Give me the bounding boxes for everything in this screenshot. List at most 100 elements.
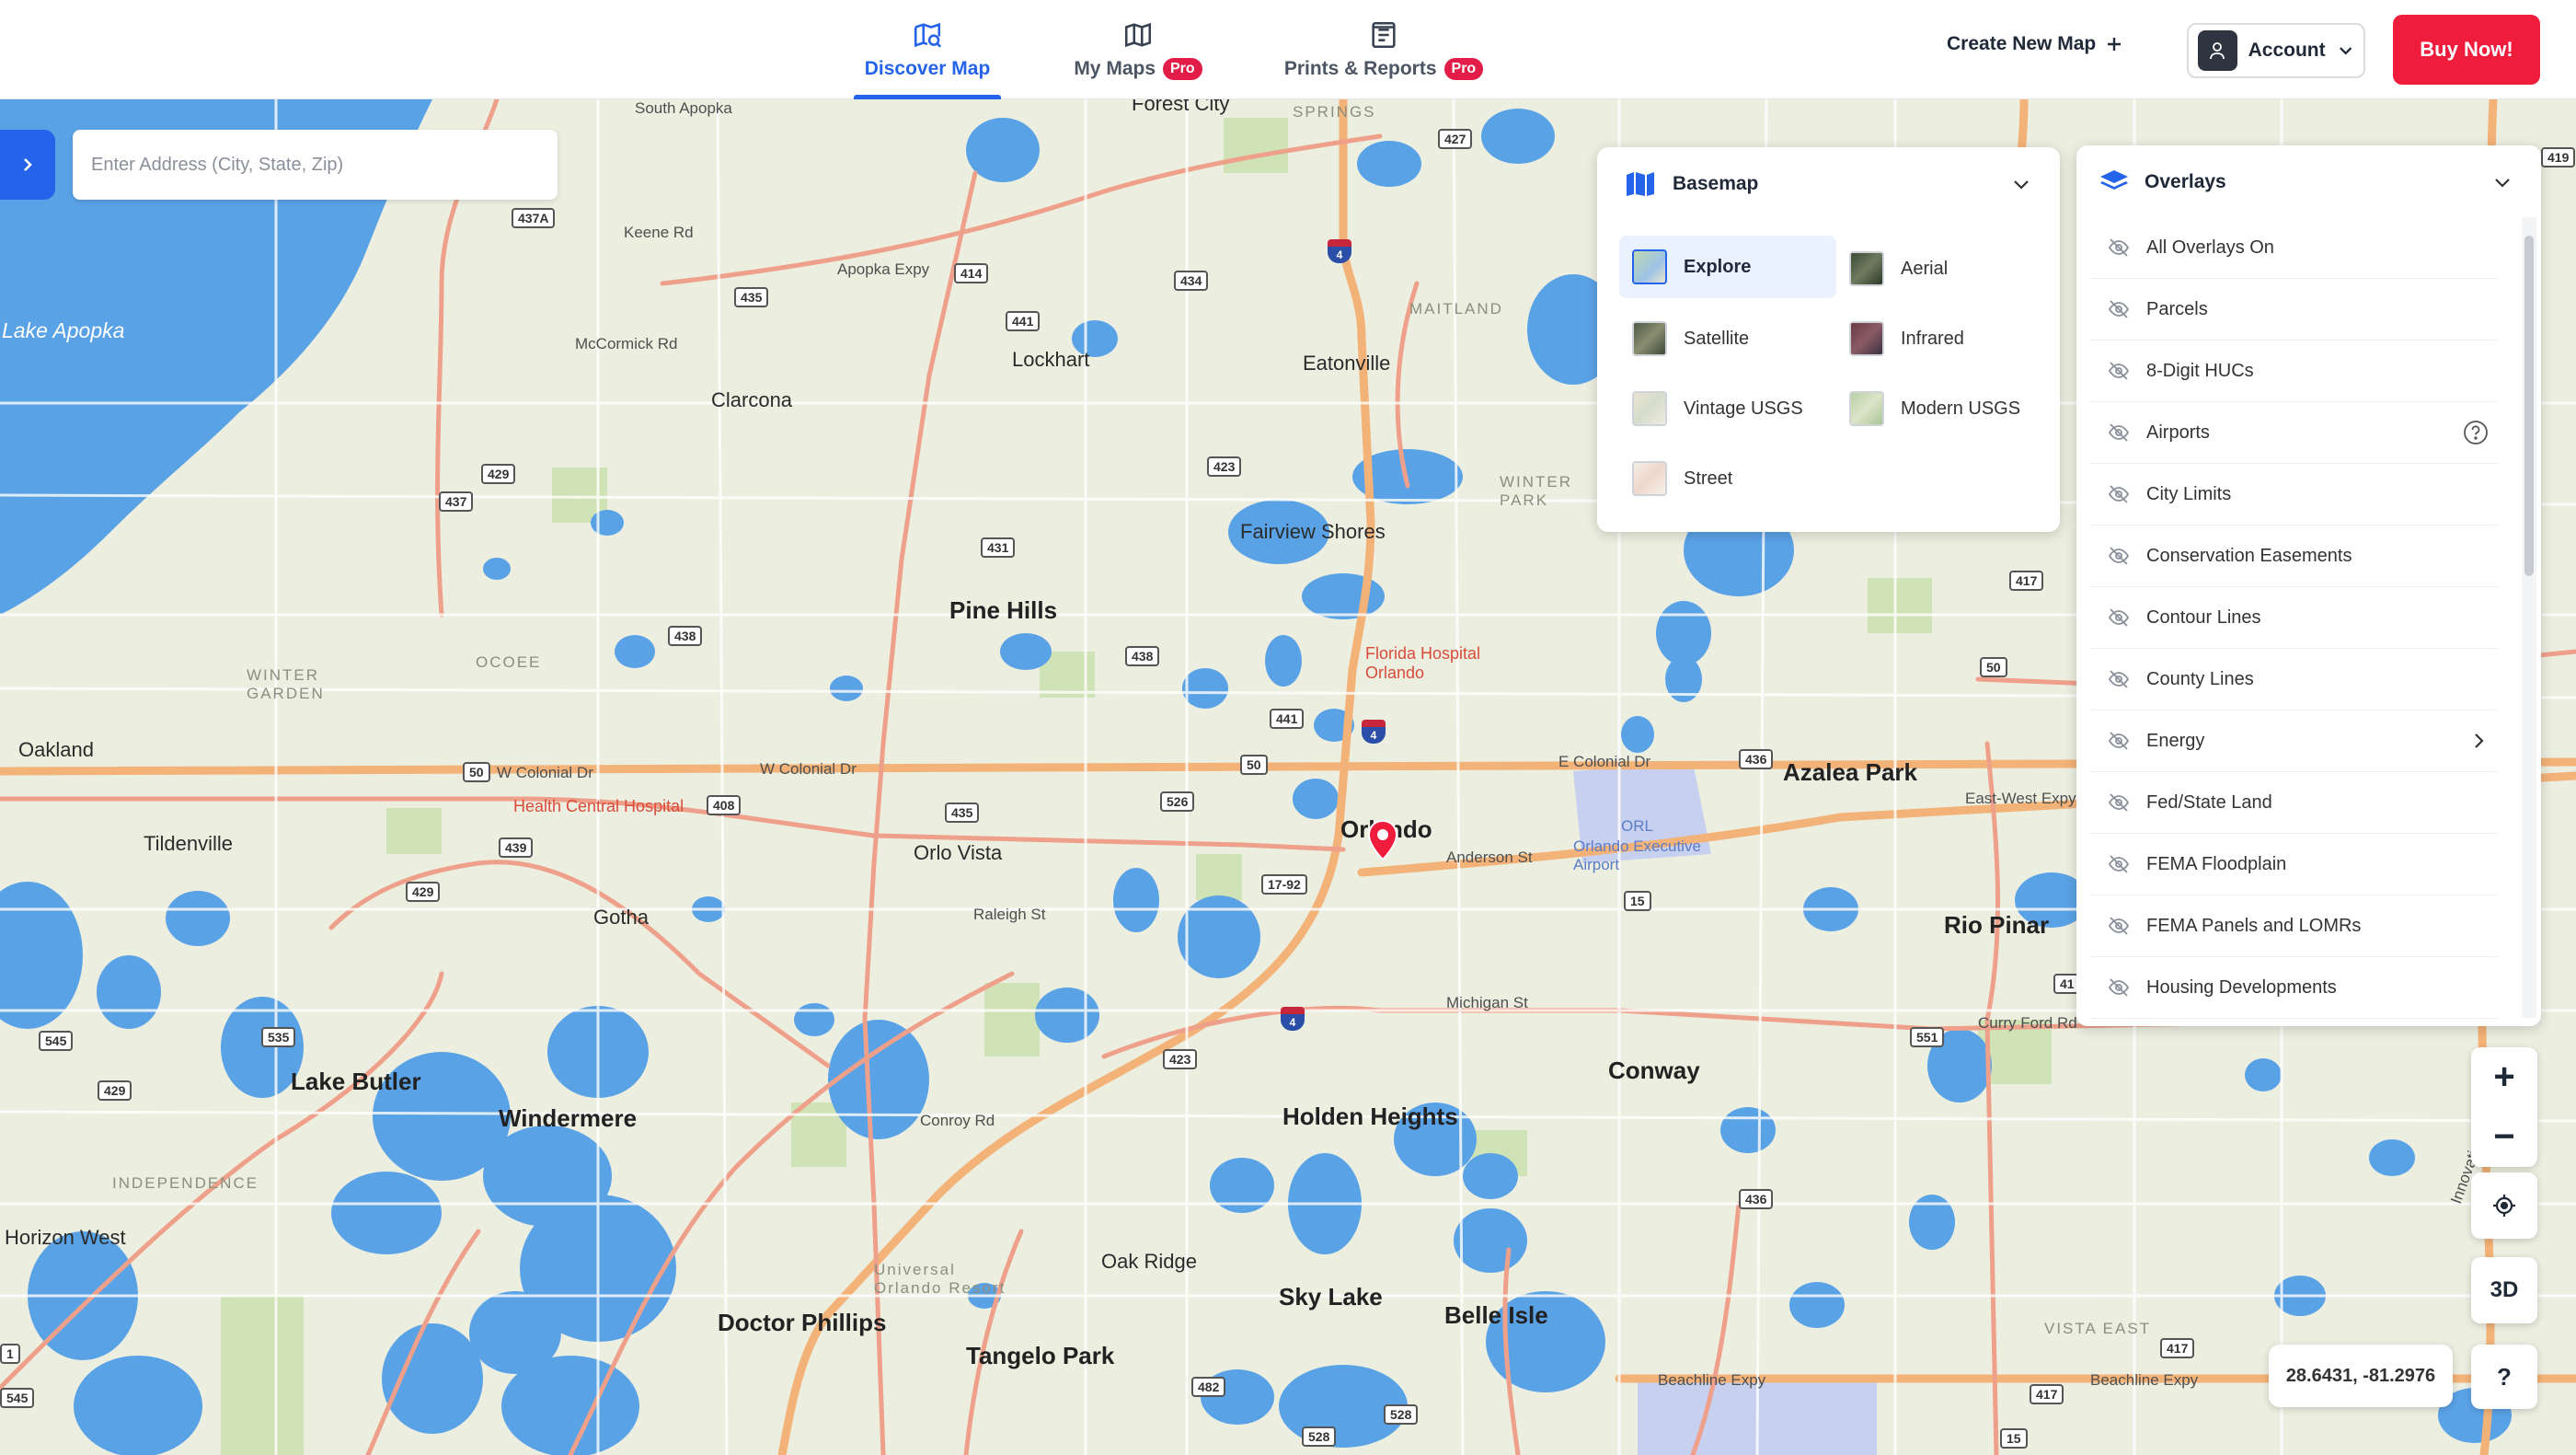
locate-me-button[interactable] [2471,1172,2537,1239]
overlay-item-fema-floodplain[interactable]: FEMA Floodplain [2089,834,2498,895]
basemap-panel: Basemap Explore Aerial Satellite Infrare… [1597,147,2060,532]
map-label: Lake Butler [291,1068,421,1095]
tab-discover-map[interactable]: Discover Map [854,0,1001,99]
eye-off-icon[interactable] [2108,730,2130,752]
overlay-item-8-digit-hucs[interactable]: 8-Digit HUCs [2089,341,2498,402]
eye-off-icon[interactable] [2108,915,2130,937]
overlay-item-county-lines[interactable]: County Lines [2089,649,2498,710]
help-button[interactable]: ? [2471,1345,2537,1409]
route-shield: 50 [1240,755,1268,775]
basemap-panel-header[interactable]: Basemap [1597,147,2060,221]
basemap-option-explore[interactable]: Explore [1619,236,1836,298]
map-label: Doctor Phillips [718,1309,887,1336]
account-menu-button[interactable]: Account [2187,23,2365,78]
pro-badge: Pro [1163,58,1202,80]
infrared-thumbnail-icon [1849,321,1884,356]
overlay-item-conservation-easements[interactable]: Conservation Easements [2089,525,2498,587]
eye-off-icon[interactable] [2108,853,2130,875]
location-pin-icon [1367,819,1398,861]
eye-off-icon[interactable] [2108,360,2130,382]
map-label: Keene Rd [624,224,694,241]
overlay-item-fed-state-land[interactable]: Fed/State Land [2089,772,2498,834]
route-shield: 526 [1160,791,1195,812]
route-shield: 435 [945,803,980,823]
basemap-option-street[interactable]: Street [1619,447,1836,510]
help-circle-icon[interactable] [2463,420,2489,445]
map-label: W Colonial Dr [497,764,593,781]
overlay-item-contour-lines[interactable]: Contour Lines [2089,587,2498,649]
overlay-label: Housing Developments [2146,976,2337,998]
route-shield: 17-92 [1261,874,1307,895]
aerial-thumbnail-icon [1849,251,1884,286]
tab-label: Prints & Reports [1283,58,1437,79]
coordinates-readout: 28.6431, -81.2976 [2269,1345,2453,1407]
chevron-down-icon [2339,47,2352,55]
map-label: Curry Ford Rd [1978,1014,2077,1032]
scrollbar-thumb[interactable] [2524,236,2534,576]
overlay-scrollbar[interactable] [2522,217,2536,1018]
basemap-option-label: Vintage USGS [1684,398,1803,419]
eye-off-icon[interactable] [2108,606,2130,629]
sidebar-toggle-button[interactable] [0,130,55,200]
map-label: E Colonial Dr [1558,753,1651,770]
zoom-out-button[interactable]: − [2471,1107,2537,1167]
basemap-option-satellite[interactable]: Satellite [1619,307,1836,370]
eye-off-icon[interactable] [2108,545,2130,567]
overlay-item-all-overlays-on[interactable]: All Overlays On [2089,217,2498,279]
address-search-input[interactable] [73,130,558,200]
overlay-item-fema-panels-lomrs[interactable]: FEMA Panels and LOMRs [2089,895,2498,957]
report-icon [1372,21,1396,49]
3d-toggle-button[interactable]: 3D [2471,1257,2537,1323]
eye-off-icon[interactable] [2108,976,2130,999]
eye-off-icon[interactable] [2108,298,2130,320]
tab-my-maps[interactable]: My Maps Pro [1069,0,1207,99]
map-label: Orlando Executive Airport [1573,837,1701,873]
chevron-right-icon[interactable] [2468,731,2489,751]
overlay-item-parcels[interactable]: Parcels [2089,279,2498,341]
map-label: Lockhart [1012,348,1090,371]
basemap-option-infrared[interactable]: Infrared [1836,307,2053,370]
tab-prints-reports[interactable]: Prints & Reports Pro [1282,0,1486,99]
user-avatar-icon [2198,30,2237,71]
map-label: Belle Isle [1444,1301,1548,1329]
crosshair-icon [2493,1195,2515,1217]
eye-off-icon[interactable] [2108,421,2130,444]
eye-off-icon[interactable] [2108,237,2130,259]
route-shield: 436 [1739,749,1774,769]
overlay-label: County Lines [2146,668,2254,689]
overlay-label: 8-Digit HUCs [2146,360,2254,381]
route-shield: 427 [1438,129,1473,149]
overlay-item-airports[interactable]: Airports [2089,402,2498,464]
eye-off-icon[interactable] [2108,791,2130,814]
chevron-down-icon[interactable] [2010,173,2032,195]
overlay-label: Airports [2146,421,2210,443]
overlay-label: Conservation Easements [2146,545,2352,566]
eye-off-icon[interactable] [2108,483,2130,505]
chevron-down-icon[interactable] [2491,171,2513,193]
create-new-map-button[interactable]: Create New Map [1947,33,2123,55]
basemap-option-label: Satellite [1684,328,1750,349]
chevron-right-icon [24,158,32,171]
map-label: Rio Pinar [1944,911,2050,939]
route-shield: 528 [1302,1426,1337,1447]
basemap-title: Basemap [1673,173,1759,194]
overlay-item-housing-developments[interactable]: Housing Developments [2089,957,2498,1019]
map-label: Clarcona [711,388,793,411]
overlays-panel-header[interactable]: Overlays [2076,145,2541,219]
basemap-option-vintage-usgs[interactable]: Vintage USGS [1619,377,1836,440]
buy-now-button[interactable]: Buy Now! [2393,15,2540,85]
map-label: Sky Lake [1279,1283,1383,1311]
overlay-item-city-limits[interactable]: City Limits [2089,464,2498,525]
basemap-option-label: Street [1684,468,1733,489]
zoom-in-button[interactable]: + [2471,1047,2537,1107]
basemap-option-modern-usgs[interactable]: Modern USGS [1836,377,2053,440]
basemap-icon [1627,172,1654,196]
map-label: W Colonial Dr [760,760,857,778]
overlay-item-energy[interactable]: Energy [2089,710,2498,772]
overlay-label: All Overlays On [2146,237,2274,258]
eye-off-icon[interactable] [2108,668,2130,690]
basemap-option-aerial[interactable]: Aerial [1836,237,2053,300]
overlay-label: City Limits [2146,483,2232,504]
layers-icon [2100,170,2128,190]
map-label: Florida Hospital Orlando [1365,644,1481,682]
